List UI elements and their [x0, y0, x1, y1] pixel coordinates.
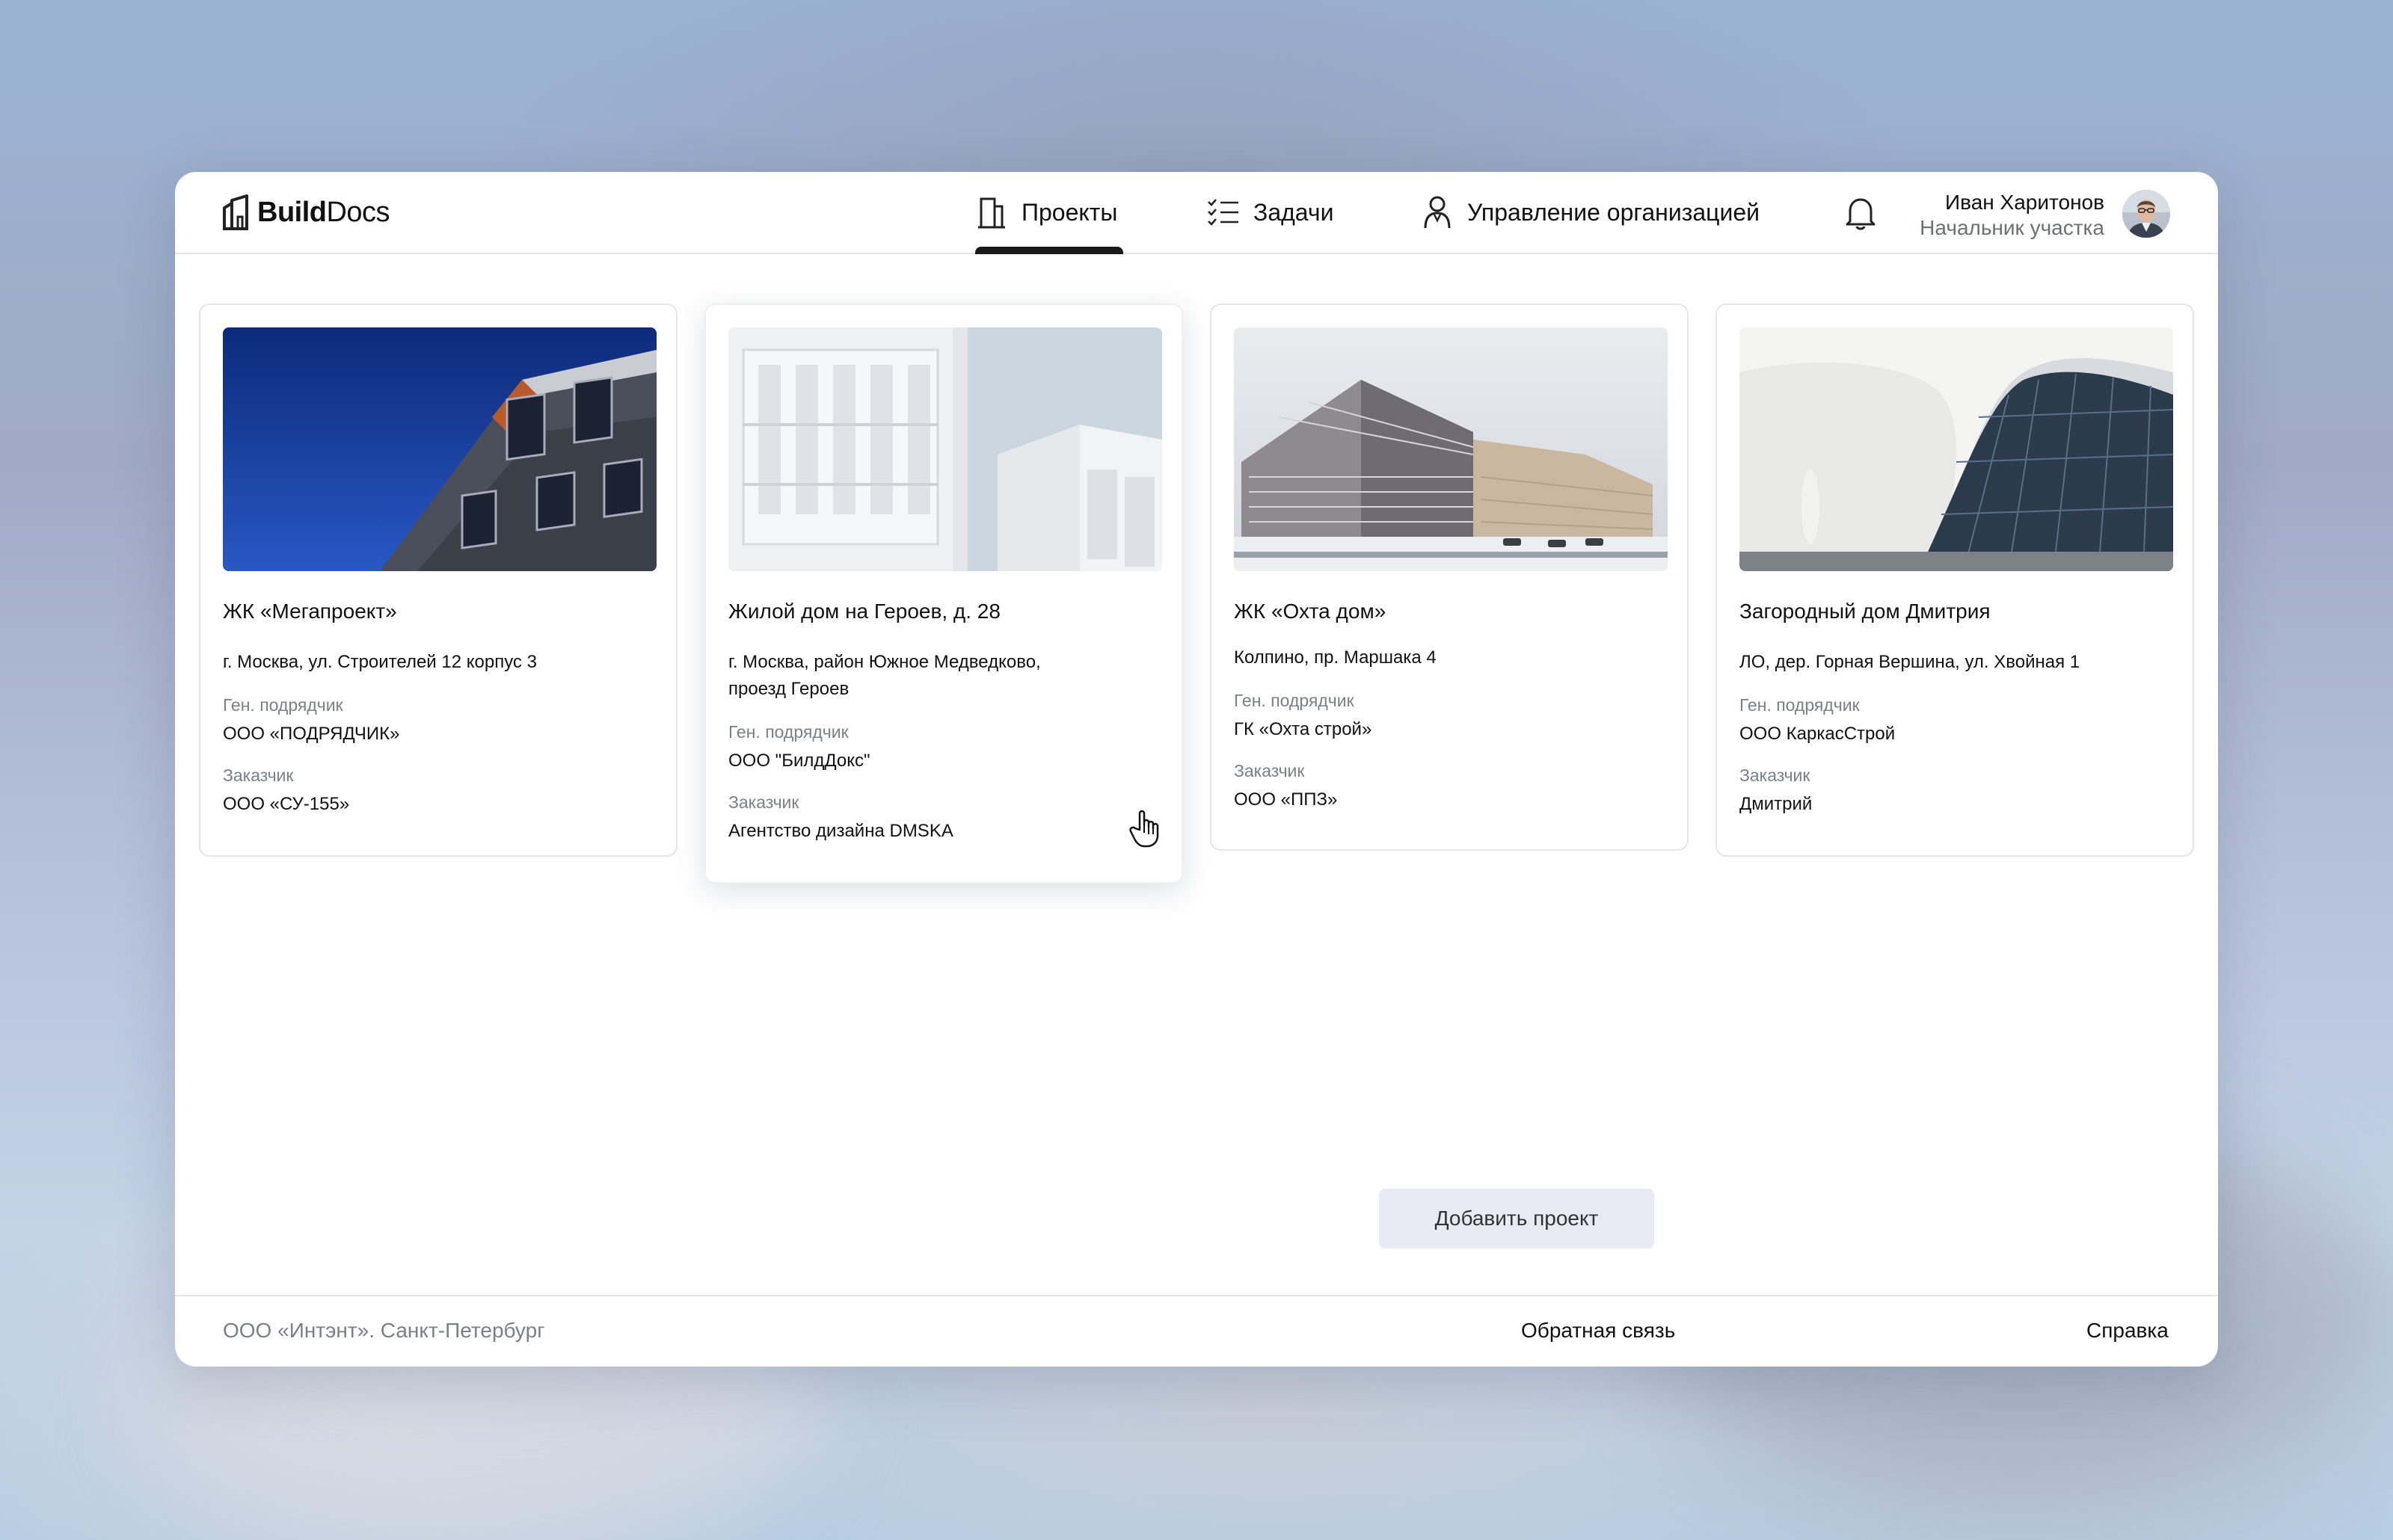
- checklist-icon: [1207, 196, 1240, 229]
- feedback-link[interactable]: Обратная связь: [1521, 1319, 1675, 1343]
- project-card-body: ЖК «Охта дом» Колпино, пр. Маршака 4 Ген…: [1234, 598, 1665, 830]
- contractor-label: Ген. подрядчик: [728, 722, 849, 742]
- bell-icon[interactable]: [1841, 193, 1880, 232]
- project-photo: [223, 327, 657, 571]
- project-card-body: Жилой дом на Героев, д. 28 г. Москва, ра…: [728, 598, 1159, 861]
- project-card[interactable]: Жилой дом на Героев, д. 28 г. Москва, ра…: [704, 304, 1183, 884]
- project-photo: [728, 327, 1162, 571]
- project-title: ЖК «Мегапроект»: [223, 600, 397, 623]
- customer-value: Агентство дизайна DMSKA: [728, 821, 953, 841]
- help-link[interactable]: Справка: [2086, 1319, 2169, 1343]
- active-tab-indicator: [975, 247, 1123, 254]
- contractor-value: ГК «Охта строй»: [1234, 719, 1372, 739]
- project-title: ЖК «Охта дом»: [1234, 600, 1386, 623]
- add-project-button[interactable]: Добавить проект: [1379, 1189, 1654, 1248]
- user-info[interactable]: Иван Харитонов Начальник участка: [1920, 190, 2104, 241]
- footer-company: ООО «Интэнт». Санкт-Петербург: [223, 1319, 545, 1342]
- project-address: ЛО, дер. Горная Вершина, ул. Хвойная 1: [1739, 652, 2080, 672]
- project-photo: [1234, 327, 1668, 571]
- customer-label: Заказчик: [223, 766, 294, 785]
- main-nav: Проекты Задачи Управление организацией: [175, 172, 2218, 254]
- app-window: BuildDocs Проекты Задачи Управление орга…: [175, 172, 2218, 1367]
- contractor-value: ООО КаркасСтрой: [1739, 724, 1896, 744]
- top-header: BuildDocs Проекты Задачи Управление орга…: [175, 172, 2218, 254]
- contractor-value: ООО «ПОДРЯДЧИК»: [223, 724, 400, 744]
- customer-label: Заказчик: [1739, 766, 1810, 785]
- project-title: Загородный дом Дмитрия: [1739, 600, 1991, 623]
- customer-value: ООО «СУ-155»: [223, 794, 350, 814]
- nav-item-label: Управление организацией: [1467, 198, 1760, 226]
- nav-item-label: Задачи: [1253, 198, 1334, 226]
- project-card-body: ЖК «Мегапроект» г. Москва, ул. Строителе…: [223, 598, 654, 834]
- hand-cursor-icon: [1129, 810, 1159, 848]
- avatar[interactable]: [2122, 190, 2170, 238]
- person-icon: [1421, 196, 1454, 229]
- nav-item-tasks[interactable]: Задачи: [1207, 172, 1333, 253]
- project-title: Жилой дом на Героев, д. 28: [728, 600, 1001, 623]
- project-photo: [1739, 327, 2173, 571]
- nav-item-projects[interactable]: Проекты: [975, 172, 1123, 254]
- building-icon: [975, 196, 1008, 229]
- contractor-value: ООО "БилдДокс": [728, 751, 870, 771]
- nav-item-label: Проекты: [1022, 198, 1118, 226]
- project-address: г. Москва, ул. Строителей 12 корпус 3: [223, 652, 537, 672]
- customer-label: Заказчик: [1234, 761, 1305, 780]
- project-card-body: Загородный дом Дмитрия ЛО, дер. Горная В…: [1739, 598, 2170, 834]
- project-address: г. Москва, район Южное Медведково, проез…: [728, 652, 1041, 699]
- user-role: Начальник участка: [1920, 216, 2104, 239]
- contractor-label: Ген. подрядчик: [1739, 695, 1860, 715]
- customer-value: Дмитрий: [1739, 794, 1813, 814]
- user-name: Иван Харитонов: [1945, 191, 2104, 214]
- contractor-label: Ген. подрядчик: [1234, 691, 1354, 710]
- customer-value: ООО «ППЗ»: [1234, 789, 1338, 810]
- footer: ООО «Интэнт». Санкт-Петербург Обратная с…: [175, 1295, 2218, 1367]
- project-card[interactable]: ЖК «Мегапроект» г. Москва, ул. Строителе…: [199, 304, 678, 857]
- customer-label: Заказчик: [728, 792, 799, 812]
- contractor-label: Ген. подрядчик: [223, 695, 343, 715]
- nav-item-organization[interactable]: Управление организацией: [1421, 172, 1760, 253]
- project-card[interactable]: ЖК «Охта дом» Колпино, пр. Маршака 4 Ген…: [1210, 304, 1689, 851]
- project-address: Колпино, пр. Маршака 4: [1234, 647, 1437, 668]
- project-card[interactable]: Загородный дом Дмитрия ЛО, дер. Горная В…: [1715, 304, 2194, 857]
